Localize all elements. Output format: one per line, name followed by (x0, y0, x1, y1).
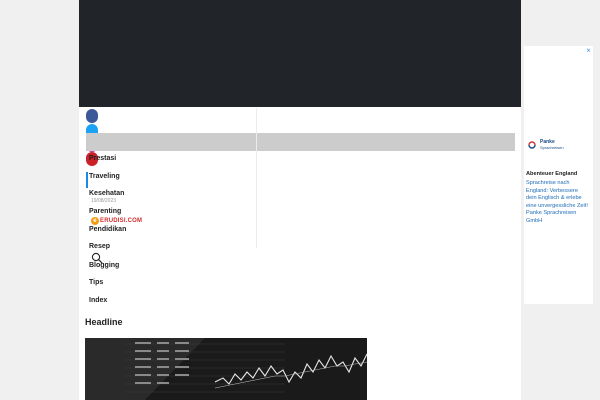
date-label: 19/08/2023 (91, 198, 117, 204)
headline-image[interactable] (85, 338, 367, 400)
nav-item-index[interactable]: Index (89, 297, 107, 304)
header-banner (79, 0, 521, 107)
nav-item-parenting[interactable]: Parenting (89, 208, 121, 215)
facebook-icon[interactable] (86, 109, 98, 123)
nav-item-traveling[interactable]: Traveling (89, 173, 120, 180)
ad-body[interactable]: Sprachreise nach England: Verbessere dei… (526, 180, 590, 225)
nav-item-pendidikan[interactable]: Pendidikan (89, 226, 126, 233)
ad-title[interactable]: Abenteuer England (526, 171, 577, 177)
site-logo[interactable]: e ERUDISI.COM (91, 217, 142, 225)
nav-item-prestasi[interactable]: Prestasi (89, 155, 116, 162)
headline-heading: Headline (85, 317, 123, 327)
logo-mark-icon: e (91, 217, 99, 225)
nav-item-resep[interactable]: Resep (89, 243, 110, 250)
nav-item-blogging[interactable]: Blogging (89, 262, 119, 269)
logo-text: ERUDISI.COM (100, 218, 143, 224)
active-nav-indicator (86, 172, 88, 188)
ad-brand-logo: Panke Sprachreisen (528, 139, 588, 151)
ad-brand-sub: Sprachreisen (540, 145, 564, 150)
panke-logo-icon (528, 141, 536, 149)
ad-info-icon[interactable]: ⨯ (586, 47, 591, 54)
stock-chart-image (85, 338, 367, 400)
nav-item-tips[interactable]: Tips (89, 279, 103, 286)
divider (256, 108, 257, 248)
advertisement[interactable]: ⨯ Panke Sprachreisen Abenteuer England S… (524, 46, 593, 304)
page-container: Prestasi Traveling Kesehatan 19/08/2023 … (79, 0, 521, 400)
nav-item-kesehatan[interactable]: Kesehatan (89, 190, 124, 197)
breaking-news-bar (86, 133, 515, 151)
